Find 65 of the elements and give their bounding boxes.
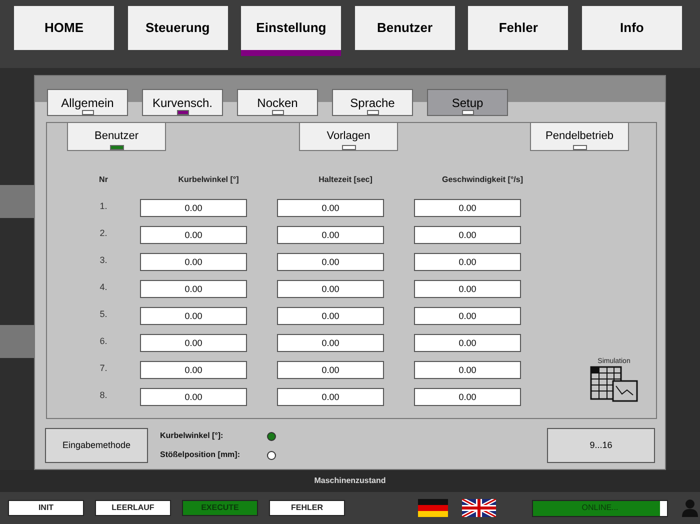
value-field[interactable]: 0.00 — [277, 361, 384, 379]
sub-tab[interactable]: Vorlagen — [299, 123, 398, 151]
row-number: 2. — [98, 227, 108, 240]
sub-tab[interactable]: Pendelbetrieb — [530, 123, 629, 151]
row-number: 1. — [98, 200, 108, 214]
nav-button[interactable]: Benutzer — [354, 6, 455, 50]
row-number: 3. — [98, 254, 108, 268]
value-field[interactable]: 0.00 — [277, 253, 384, 271]
connection-label: ONLINE... — [580, 502, 620, 514]
nav-button[interactable]: Einstellung — [241, 6, 342, 56]
sub-tab[interactable]: Benutzer — [67, 123, 166, 151]
row-number: 6. — [98, 335, 108, 348]
value-field[interactable]: 0.00 — [277, 226, 384, 244]
british-flag-icon[interactable] — [462, 499, 496, 517]
machine-state-indicator: LEERLAUF — [95, 500, 171, 516]
value-field[interactable]: 0.00 — [140, 199, 247, 217]
settings-tab[interactable]: Setup — [427, 89, 508, 116]
value-field[interactable]: 0.00 — [414, 307, 521, 325]
nav-button[interactable]: Steuerung — [128, 6, 228, 50]
value-field[interactable]: 0.00 — [414, 388, 521, 406]
value-field[interactable]: 0.00 — [277, 334, 384, 352]
settings-tab[interactable]: Nocken — [237, 89, 318, 116]
machine-state-indicator: EXECUTE — [182, 500, 258, 516]
row-number: 8. — [98, 389, 108, 402]
value-field[interactable]: 0.00 — [140, 361, 247, 379]
value-field[interactable]: 0.00 — [140, 226, 247, 244]
column-header: Kurbelwinkel [°] — [177, 174, 240, 186]
column-header: Geschwindigkeit [°/s] — [441, 174, 524, 186]
settings-tab[interactable]: Allgemein — [47, 89, 128, 116]
value-field[interactable]: 0.00 — [414, 253, 521, 271]
row-number: 5. — [98, 308, 108, 322]
table-chart-icon[interactable] — [590, 366, 638, 402]
machine-state-title: Maschinenzustand — [314, 475, 386, 487]
value-field[interactable]: 0.00 — [414, 226, 521, 244]
radio-button[interactable] — [267, 450, 276, 460]
value-field[interactable]: 0.00 — [277, 199, 384, 217]
column-header: Haltezeit [sec] — [318, 174, 374, 186]
machine-state-indicator: INIT — [8, 500, 84, 516]
value-field[interactable]: 0.00 — [140, 307, 247, 325]
option-label: Stößelposition [mm]: — [160, 449, 241, 461]
page-button[interactable]: 9...16 — [547, 428, 655, 463]
value-field[interactable]: 0.00 — [140, 253, 247, 271]
value-field[interactable]: 0.00 — [140, 280, 247, 298]
settings-tab[interactable]: Sprache — [332, 89, 413, 116]
value-field[interactable]: 0.00 — [140, 388, 247, 406]
option-label: Kurbelwinkel [°]: — [160, 430, 224, 442]
value-field[interactable]: 0.00 — [277, 307, 384, 325]
row-number: 7. — [98, 362, 108, 376]
value-field[interactable]: 0.00 — [414, 199, 521, 217]
german-flag-icon[interactable] — [418, 499, 448, 517]
value-field[interactable]: 0.00 — [414, 361, 521, 379]
value-field[interactable]: 0.00 — [277, 388, 384, 406]
column-header: Nr — [98, 174, 109, 186]
nav-button[interactable]: HOME — [14, 6, 114, 50]
nav-button[interactable]: Fehler — [468, 6, 568, 50]
value-field[interactable]: 0.00 — [414, 334, 521, 352]
row-number: 4. — [98, 281, 108, 294]
input-method-button[interactable]: Eingabemethode — [45, 428, 148, 463]
value-field[interactable]: 0.00 — [140, 334, 247, 352]
value-field[interactable]: 0.00 — [414, 280, 521, 298]
value-field[interactable]: 0.00 — [277, 280, 384, 298]
settings-tab[interactable]: Kurvensch. — [142, 89, 223, 116]
machine-state-indicator: FEHLER — [269, 500, 345, 516]
radio-button[interactable] — [267, 432, 276, 440]
nav-button[interactable]: Info — [582, 6, 682, 50]
